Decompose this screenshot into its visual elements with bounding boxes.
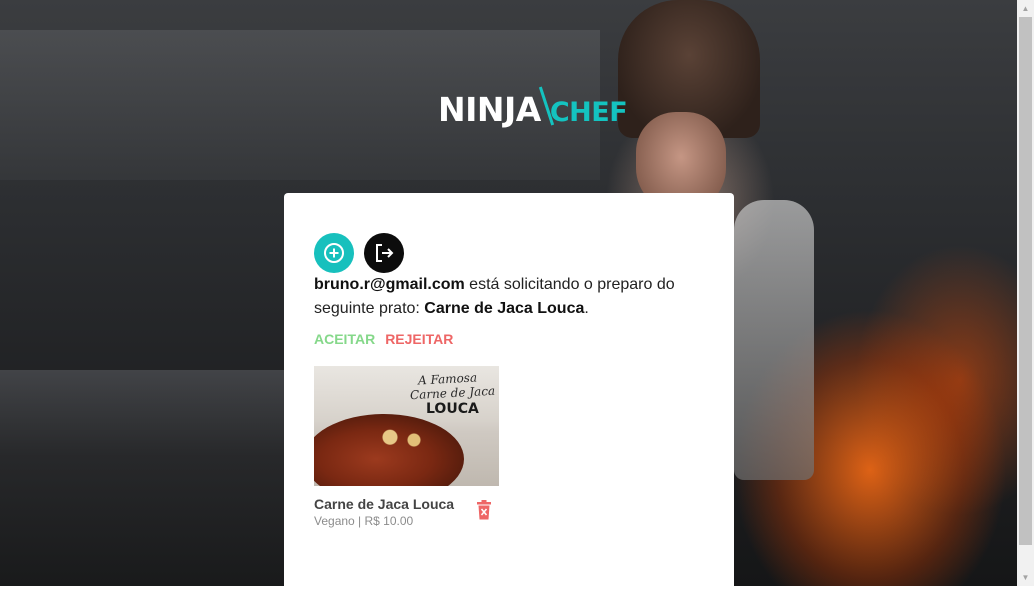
reject-button[interactable]: REJEITAR [385, 331, 453, 347]
plus-circle-icon [324, 243, 344, 263]
accept-button[interactable]: ACEITAR [314, 331, 375, 347]
background-counter [0, 370, 284, 586]
ninjachef-logo: NINJA CHEF [438, 86, 628, 129]
background-chef-arm [734, 200, 814, 480]
dish-image-topping [372, 426, 432, 454]
decision-links: ACEITAR REJEITAR [314, 331, 453, 347]
dish-image: A Famosa Carne de Jaca LOUCA [314, 366, 499, 486]
request-message: bruno.r@gmail.com está solicitando o pre… [314, 273, 714, 321]
requested-dish-name: Carne de Jaca Louca [424, 300, 585, 317]
logout-button[interactable] [364, 233, 404, 273]
dish-name: Carne de Jaca Louca [314, 496, 455, 512]
dish-meta: Vegano | R$ 10.00 [314, 514, 414, 528]
logo-chef-text: CHEF [549, 97, 628, 128]
request-text-end: . [584, 300, 589, 317]
scrollbar-thumb[interactable] [1019, 17, 1032, 545]
requester-email: bruno.r@gmail.com [314, 276, 465, 293]
dish-image-caption-2: Carne de Jaca [409, 383, 496, 403]
page-scrollbar[interactable]: ▲ ▼ [1017, 0, 1034, 586]
dish-image-caption-3: LOUCA [426, 401, 479, 417]
logo-ninja-text: NINJA [438, 90, 541, 129]
trash-icon [477, 500, 491, 520]
add-dish-button[interactable] [314, 233, 354, 273]
logout-icon [376, 244, 394, 262]
scroll-down-icon[interactable]: ▼ [1017, 569, 1034, 586]
card-actions [314, 233, 404, 273]
scroll-up-icon[interactable]: ▲ [1017, 0, 1034, 17]
request-card: bruno.r@gmail.com está solicitando o pre… [284, 193, 734, 593]
delete-dish-button[interactable] [476, 500, 492, 520]
